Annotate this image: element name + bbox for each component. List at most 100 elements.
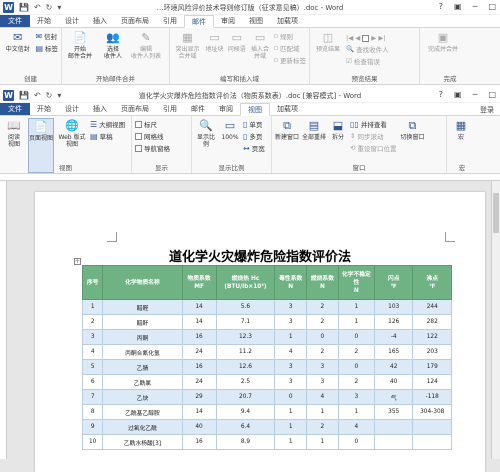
table-cell[interactable]: 4 <box>306 389 339 405</box>
table-cell[interactable]: 14 <box>181 404 217 420</box>
table-cell[interactable]: 2.5 <box>215 374 276 390</box>
table-cell[interactable]: 2 <box>306 344 339 360</box>
table-cell[interactable]: 醋酐 <box>102 314 183 330</box>
sync-scroll-button[interactable]: ⇕ 同步滚动 <box>350 131 396 141</box>
tab-mailings[interactable]: 邮件 <box>184 103 212 115</box>
table-cell[interactable]: 1 <box>81 299 104 315</box>
table-cell[interactable] <box>412 434 452 450</box>
rules-button[interactable]: ▫ 规则 <box>274 31 306 41</box>
table-cell[interactable]: 乙酰水杨酸[3] <box>102 434 183 450</box>
table-cell[interactable]: 16 <box>181 329 217 345</box>
record-number-field[interactable] <box>362 34 370 42</box>
table-cell[interactable]: 0 <box>337 434 375 450</box>
table-cell[interactable]: 2 <box>306 419 339 435</box>
table-cell[interactable]: 179 <box>412 359 452 375</box>
table-row[interactable]: 10 乙酰水杨酸[3] 16 8.9 1 1 0 <box>81 434 452 450</box>
table-cell[interactable]: 丙酮合氰化氢 <box>102 344 183 360</box>
horizontal-ruler[interactable] <box>0 174 500 181</box>
quick-access-dropdown-icon[interactable]: ▾ <box>57 3 61 12</box>
table-cell[interactable]: 过氧化乙酰 <box>102 419 183 435</box>
tab-review[interactable]: 审阅 <box>214 15 242 27</box>
table-cell[interactable]: 304-308 <box>412 404 452 420</box>
tab-home[interactable]: 开始 <box>30 15 58 27</box>
table-cell[interactable]: 3 <box>306 374 339 390</box>
table-header-cell[interactable]: 化学物质名称 <box>102 265 183 300</box>
ribbon-display-icon[interactable]: ▣ <box>454 2 462 11</box>
table-cell[interactable]: 9 <box>81 419 104 435</box>
table-header-cell[interactable]: 燃烧系数 N <box>306 265 339 300</box>
save-icon[interactable]: 💾 <box>19 91 29 100</box>
table-row[interactable]: 3 丙酮 16 12.3 1 0 0 -4 122 <box>81 329 452 345</box>
table-cell[interactable]: 2 <box>81 314 104 330</box>
table-cell[interactable]: 40 <box>181 419 217 435</box>
tab-layout[interactable]: 页面布局 <box>114 103 156 115</box>
tab-home[interactable]: 开始 <box>30 103 58 115</box>
tab-file[interactable]: 文件 <box>0 15 30 27</box>
table-cell[interactable]: 244 <box>412 299 452 315</box>
ruler-checkbox[interactable]: 标尺 <box>135 119 170 129</box>
tab-file[interactable]: 文件 <box>0 103 30 115</box>
table-cell[interactable]: 1 <box>306 434 339 450</box>
table-cell[interactable]: 乙酰基乙醇胺 <box>102 404 183 420</box>
table-cell[interactable]: 乙腈 <box>102 359 183 375</box>
tab-addins[interactable]: 加载项 <box>270 103 305 115</box>
one-page-button[interactable]: ▯ 单页 <box>243 119 265 130</box>
undo-icon[interactable]: ↶ <box>34 91 41 100</box>
table-cell[interactable]: 1 <box>337 404 375 420</box>
tab-references[interactable]: 引用 <box>156 103 184 115</box>
minimize-icon[interactable]: ─ <box>473 90 478 99</box>
table-cell[interactable] <box>373 419 414 435</box>
table-row[interactable]: 5 乙腈 16 12.6 3 3 0 42 179 <box>81 359 452 375</box>
reset-window-button[interactable]: ⟲ 重设窗口位置 <box>350 143 396 153</box>
tab-view[interactable]: 视图 <box>240 103 270 116</box>
table-cell[interactable] <box>373 434 414 450</box>
tab-mailings[interactable]: 邮件 <box>184 15 214 28</box>
table-cell[interactable]: 10 <box>81 434 104 450</box>
tab-review[interactable]: 审阅 <box>212 103 240 115</box>
table-cell[interactable]: 24 <box>181 374 217 390</box>
document-page[interactable]: 道化学火灾爆炸危险指数评价法 + 序号 化学物质名称 物质系数 MF 燃烧热 Hc (… <box>35 192 485 472</box>
match-fields-button[interactable]: ▫ 匹配域 <box>274 43 306 53</box>
table-cell[interactable]: 气 <box>373 389 414 405</box>
multiple-pages-button[interactable]: ▯ 多页 <box>243 131 265 142</box>
table-cell[interactable]: 0 <box>274 389 308 405</box>
table-cell[interactable]: 2 <box>337 374 375 390</box>
table-cell[interactable]: -4 <box>373 329 414 345</box>
table-cell[interactable]: 203 <box>412 344 452 360</box>
redo-icon[interactable]: ↻ <box>46 91 53 100</box>
table-cell[interactable]: 5.6 <box>215 299 276 315</box>
table-cell[interactable]: 0 <box>337 359 375 375</box>
table-cell[interactable]: 1 <box>306 404 339 420</box>
help-icon[interactable]: ? <box>439 90 443 99</box>
table-cell[interactable]: 8 <box>81 404 104 420</box>
maximize-icon[interactable]: □ <box>488 90 496 99</box>
minimize-icon[interactable]: ─ <box>473 2 478 11</box>
table-cell[interactable]: 11.2 <box>215 344 276 360</box>
table-cell[interactable]: 4 <box>274 344 308 360</box>
table-header-cell[interactable]: 沸点 ℉ <box>412 265 452 300</box>
table-cell[interactable]: 165 <box>373 344 414 360</box>
table-cell[interactable]: 3 <box>337 389 375 405</box>
table-cell[interactable]: 乙酰氯 <box>102 374 183 390</box>
table-cell[interactable]: 7 <box>81 389 104 405</box>
table-cell[interactable]: 124 <box>412 374 452 390</box>
table-row[interactable]: 4 丙酮合氰化氢 24 11.2 4 2 2 165 203 <box>81 344 452 360</box>
table-cell[interactable]: 282 <box>412 314 452 330</box>
ribbon-display-icon[interactable]: ▣ <box>454 90 462 99</box>
table-cell[interactable]: 1 <box>274 434 308 450</box>
tab-addins[interactable]: 加载项 <box>270 15 305 27</box>
envelopes-button[interactable]: ✉ 信封 <box>35 31 58 42</box>
update-labels-button[interactable]: ▫ 更新标签 <box>274 55 306 65</box>
table-header-cell[interactable]: 毒性系数 N <box>274 265 308 300</box>
table-cell[interactable]: 1 <box>337 299 375 315</box>
table-row[interactable]: 9 过氧化乙酰 40 6.4 1 2 4 <box>81 419 452 435</box>
table-cell[interactable]: 103 <box>373 299 414 315</box>
table-cell[interactable]: 1 <box>274 419 308 435</box>
check-errors-button[interactable]: ☑ 检查错误 <box>346 56 389 66</box>
table-cell[interactable]: 16 <box>181 359 217 375</box>
sign-in-link[interactable]: 登录 <box>480 105 494 115</box>
table-cell[interactable]: 24 <box>181 344 217 360</box>
table-cell[interactable]: 6.4 <box>215 419 276 435</box>
table-cell[interactable]: 1 <box>274 404 308 420</box>
document-title[interactable]: 道化学火灾爆炸危险指数评价法 <box>35 246 485 265</box>
